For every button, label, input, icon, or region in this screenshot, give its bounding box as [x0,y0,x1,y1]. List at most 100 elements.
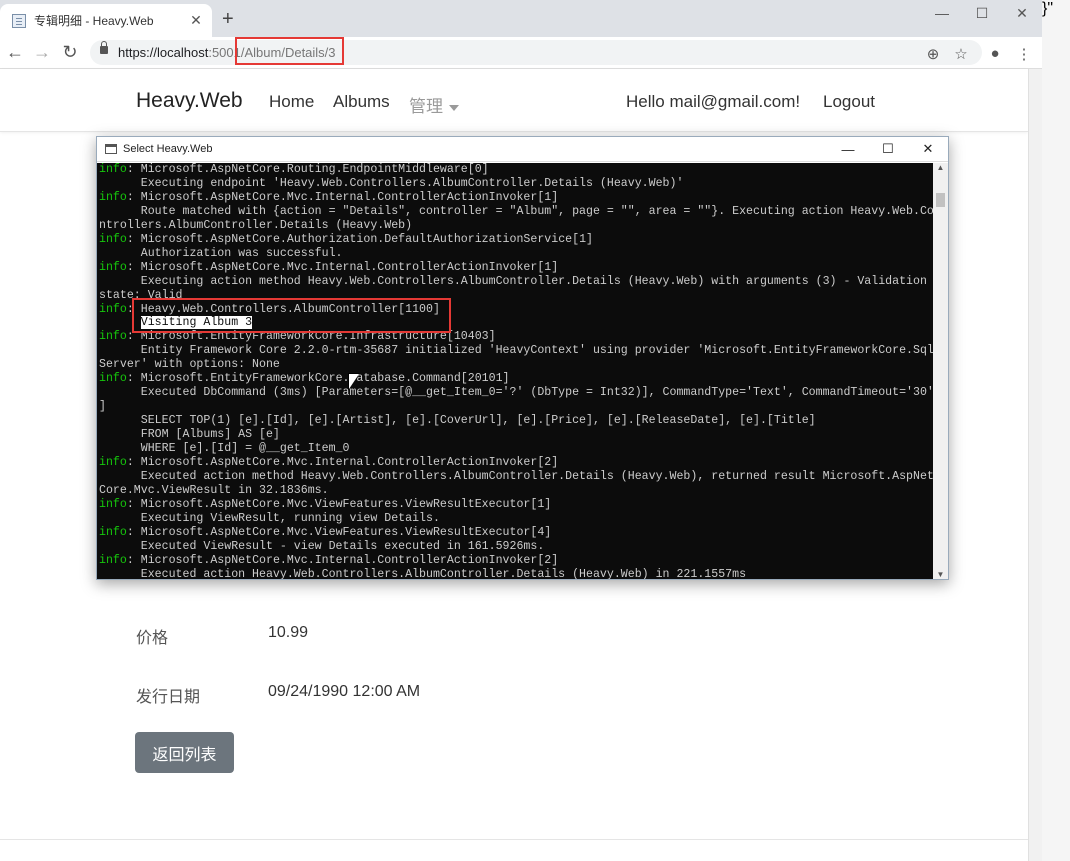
log-text: : Microsoft.EntityFrameworkCore.Database… [126,372,510,386]
log-text: Executed DbCommand (3ms) [Parameters=[@_… [99,386,933,400]
log-text: WHERE [e].[Id] = @__get_Item_0 [99,442,350,456]
log-text: Core.Mvc.ViewResult in 32.1836ms. [99,483,329,497]
nav-albums[interactable]: Albums [333,92,390,112]
console-line: info: Microsoft.AspNetCore.Mvc.ViewFeatu… [99,526,931,540]
forward-icon[interactable]: → [31,41,53,63]
zoom-icon[interactable]: ⊕ [923,45,943,63]
log-text: Entity Framework Core 2.2.0-rtm-35687 in… [99,344,933,358]
nav-admin-dropdown[interactable]: 管理 [409,92,459,117]
console-line: Core.Mvc.ViewResult in 32.1836ms. [99,484,931,498]
log-level: info [99,525,127,539]
log-text: Executing ViewResult, running view Detai… [99,511,440,525]
log-level: info [99,163,127,176]
console-title: Select Heavy.Web [123,143,213,155]
scroll-down-icon[interactable]: ▼ [933,570,948,579]
url-path-highlight [235,37,344,65]
log-level: info [99,372,127,386]
log-level: info [99,330,127,344]
console-scrollbar[interactable]: ▲ ▼ [933,163,948,579]
tab-album-details[interactable]: 专辑明细 - Heavy.Web ✕ [0,4,212,37]
background-code-fragment: }" [1042,0,1070,861]
log-level: info [99,232,127,246]
logout-link[interactable]: Logout [823,92,875,112]
back-to-list-button[interactable]: 返回列表 [135,732,234,773]
console-line: ] [99,400,931,414]
log-text: SELECT TOP(1) [e].[Id], [e].[Artist], [e… [99,414,816,428]
profile-icon[interactable]: ● [985,45,1005,62]
log-text: ntrollers.AlbumController.Details (Heavy… [99,218,413,232]
console-line: FROM [Albums] AS [e] [99,428,931,442]
nav-home[interactable]: Home [269,92,314,112]
price-value: 10.99 [268,624,309,641]
log-level: info [99,302,127,316]
footer-divider [0,839,1028,840]
tab-strip: 专辑明细 - Heavy.Web ✕ + — ☐ ✕ [0,0,1042,37]
nav-admin-label: 管理 [409,97,443,116]
log-level: info [99,497,127,511]
release-date-value: 09/24/1990 12:00 AM [268,683,421,700]
price-label: 价格 [136,630,169,647]
console-line: Route matched with {action = "Details", … [99,204,933,219]
console-close-button[interactable]: ✕ [908,141,948,157]
user-greeting[interactable]: Hello mail@gmail.com! [626,92,800,112]
console-line: WHERE [e].[Id] = @__get_Item_0 [99,442,931,456]
console-line: info: Microsoft.AspNetCore.Mvc.Internal.… [99,554,931,568]
caret-down-icon [449,104,459,111]
console-output: info: Microsoft.AspNetCore.Routing.Endpo… [97,163,933,579]
page-icon [12,13,26,28]
bookmark-star-icon[interactable]: ☆ [951,45,971,63]
console-line: Server' with options: None [99,358,931,372]
log-level: info [99,260,127,274]
console-titlebar[interactable]: Select Heavy.Web — ☐ ✕ [97,137,948,162]
console-line: Executed ViewResult - view Details execu… [99,540,931,554]
log-level: info [99,456,127,470]
log-text: Executing endpoint 'Heavy.Web.Controller… [99,176,684,190]
console-line: SELECT TOP(1) [e].[Id], [e].[Artist], [e… [99,414,931,428]
site-navbar: Heavy.Web Home Albums 管理 Hello mail@gmai… [0,69,1028,132]
tab-title: 专辑明细 - Heavy.Web [34,14,154,28]
site-brand[interactable]: Heavy.Web [136,89,243,113]
new-tab-button[interactable]: + [222,9,234,29]
console-line: info: Microsoft.AspNetCore.Authorization… [99,233,931,247]
console-line: info: Microsoft.EntityFrameworkCore.Data… [99,372,931,386]
log-text: : Microsoft.AspNetCore.Mvc.ViewFeatures.… [126,525,552,539]
console-maximize-button[interactable]: ☐ [868,141,908,157]
maximize-button[interactable]: ☐ [962,4,1002,22]
log-entry-highlight [132,298,451,333]
address-bar[interactable]: https://localhost:5001/Album/Details/3 [90,40,982,65]
console-window[interactable]: Select Heavy.Web — ☐ ✕ info: Microsoft.A… [96,136,949,580]
page-scrollbar[interactable] [1028,69,1042,861]
scroll-up-icon[interactable]: ▲ [933,163,948,172]
console-line: Executed action method Heavy.Web.Control… [99,469,933,484]
log-text: : Microsoft.AspNetCore.Mvc.Internal.Cont… [126,190,559,204]
console-line: Executed action Heavy.Web.Controllers.Al… [99,568,931,579]
console-line: Authorization was successful. [99,247,931,261]
close-window-button[interactable]: ✕ [1002,4,1042,22]
console-line: info: Microsoft.AspNetCore.Mvc.Internal.… [99,191,931,205]
log-text: Route matched with {action = "Details", … [99,204,933,218]
log-text: Executed action method Heavy.Web.Control… [99,469,933,483]
scroll-thumb[interactable] [936,193,945,207]
log-text: : Microsoft.AspNetCore.Mvc.ViewFeatures.… [126,497,552,511]
console-line: info: Microsoft.AspNetCore.Mvc.Internal.… [99,456,931,470]
console-line: Executing ViewResult, running view Detai… [99,512,931,526]
log-text: Executed action Heavy.Web.Controllers.Al… [99,567,747,579]
console-line: ntrollers.AlbumController.Details (Heavy… [99,219,931,233]
log-text: : Microsoft.AspNetCore.Mvc.Internal.Cont… [126,260,559,274]
console-line: info: Microsoft.AspNetCore.Mvc.Internal.… [99,261,931,275]
console-line: Executing endpoint 'Heavy.Web.Controller… [99,177,931,191]
log-text: : Microsoft.AspNetCore.Authorization.Def… [126,232,593,246]
minimize-button[interactable]: — [922,4,962,22]
log-text: : Microsoft.AspNetCore.Mvc.Internal.Cont… [126,456,559,470]
console-line: Executed DbCommand (3ms) [Parameters=[@_… [99,386,933,400]
console-minimize-button[interactable]: — [828,142,868,157]
console-line: Entity Framework Core 2.2.0-rtm-35687 in… [99,344,933,358]
close-tab-icon[interactable]: ✕ [188,12,204,29]
console-line: info: Microsoft.AspNetCore.Mvc.ViewFeatu… [99,498,931,512]
menu-icon[interactable]: ⋮ [1014,45,1034,63]
mouse-cursor-fill [349,374,359,389]
reload-icon[interactable]: ↻ [59,41,81,63]
log-text: Executed ViewResult - view Details execu… [99,539,545,553]
log-level: info [99,190,127,204]
back-icon[interactable]: ← [4,41,26,63]
